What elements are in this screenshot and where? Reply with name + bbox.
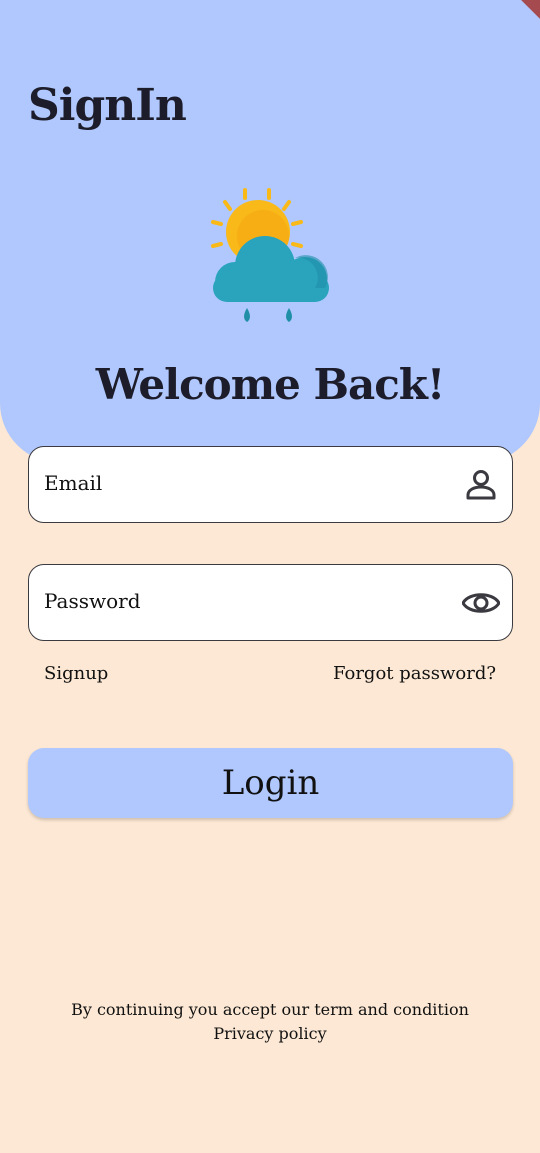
password-label: Password (44, 589, 141, 613)
terms-text: By continuing you accept our term and co… (71, 1000, 469, 1019)
signup-link[interactable]: Signup (44, 663, 108, 684)
login-label: Login (221, 763, 320, 803)
password-field[interactable]: Password (28, 564, 513, 641)
footer: By continuing you accept our term and co… (0, 998, 540, 1046)
email-field[interactable]: Email (28, 446, 513, 523)
page-title: SignIn (28, 80, 187, 131)
person-icon (466, 470, 496, 500)
sun-cloud-rain-icon (211, 188, 329, 322)
eye-icon[interactable] (462, 584, 500, 622)
privacy-policy-link[interactable]: Privacy policy (0, 1022, 540, 1046)
welcome-heading: Welcome Back! (95, 360, 446, 409)
email-label: Email (44, 471, 103, 495)
forgot-password-link[interactable]: Forgot password? (333, 663, 496, 684)
login-button[interactable]: Login (28, 748, 513, 818)
